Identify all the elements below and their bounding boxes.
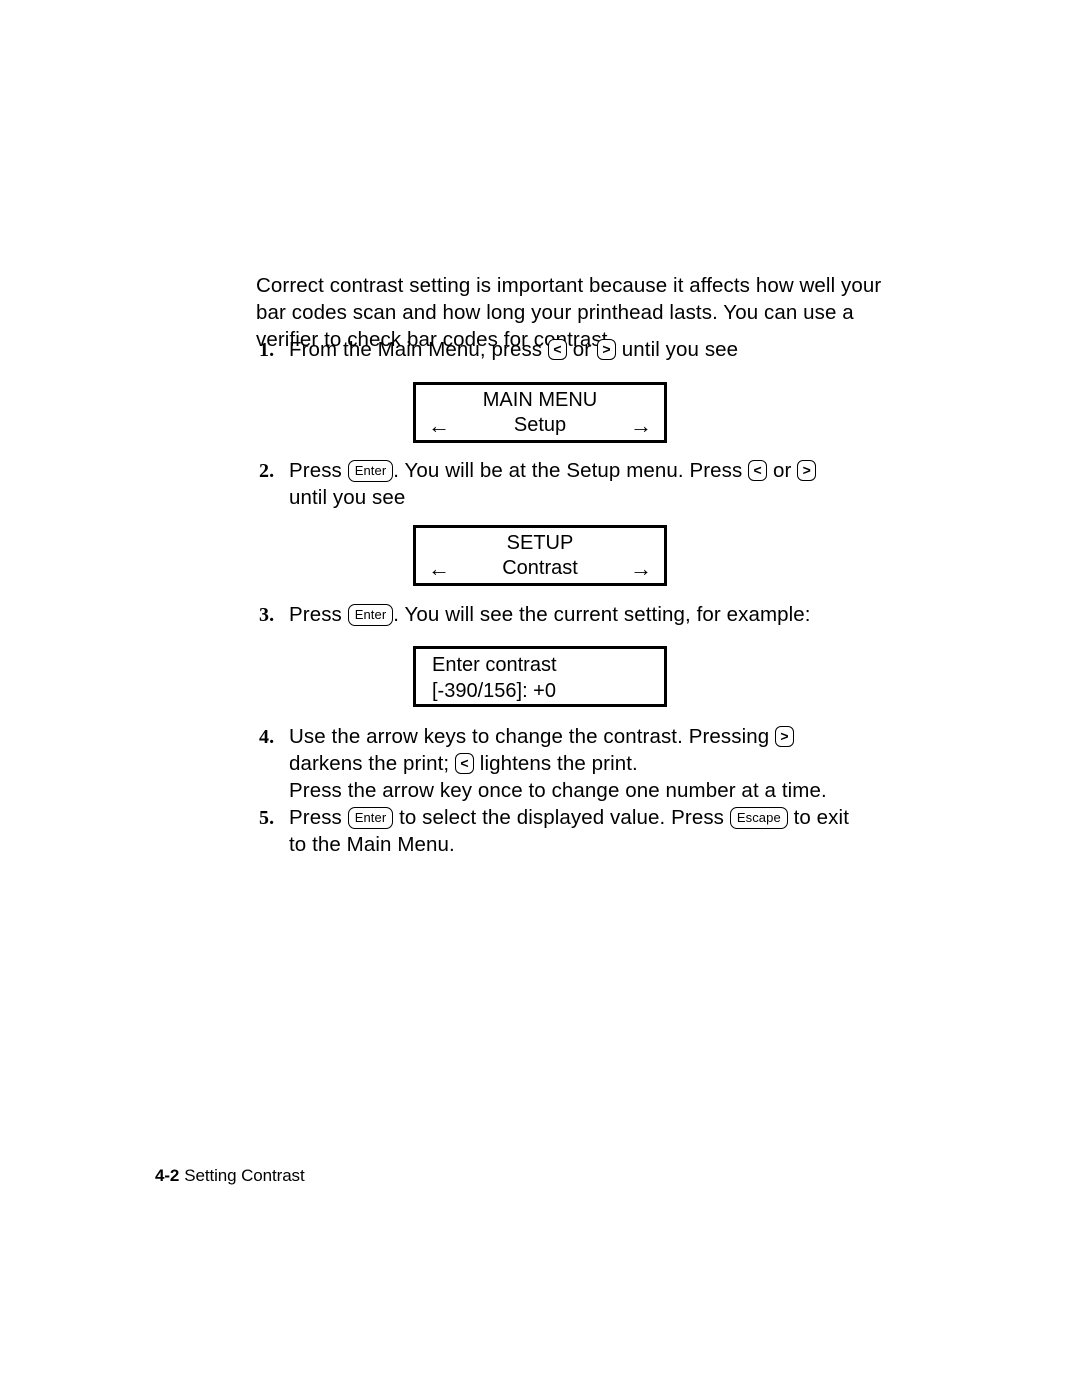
enter-key[interactable]: Enter: [347, 604, 394, 626]
step-5: 5. Press Enter to select the displayed v…: [259, 804, 979, 858]
left-arrow-key[interactable]: <: [748, 460, 768, 481]
step-2-text-a: Press: [289, 459, 348, 482]
step-1-text-after: until you see: [615, 338, 739, 361]
escape-key[interactable]: Escape: [729, 807, 788, 829]
lcd-display-setup: SETUP ← Contrast →: [413, 525, 667, 586]
step-1-body: From the Main Menu, press < or > until y…: [289, 336, 959, 363]
step-4-text-b: darkens the print;: [289, 752, 455, 775]
step-2-number: 2.: [259, 460, 275, 482]
step-4-text-c: lightens the print.: [474, 752, 638, 775]
step-2-line-1: Press Enter. You will be at the Setup me…: [289, 457, 979, 484]
step-4: 4. Use the arrow keys to change the cont…: [259, 723, 979, 804]
lcd-main-menu-value: Setup: [513, 414, 567, 436]
step-5-text-a: Press: [289, 806, 348, 829]
lcd-display-main-menu: MAIN MENU ← Setup →: [413, 382, 667, 443]
step-1-text-before: From the Main Menu, press: [289, 338, 548, 361]
left-arrow-key[interactable]: <: [455, 753, 474, 774]
step-5-line-2: to the Main Menu.: [289, 833, 455, 856]
lcd-setup-row: ← Contrast →: [416, 556, 664, 581]
step-1: 1. From the Main Menu, press < or > unti…: [259, 336, 959, 364]
step-5-body: Press Enter to select the displayed valu…: [289, 804, 979, 858]
lcd-contrast-line-1: Enter contrast: [432, 654, 557, 676]
lcd-contrast-content: Enter contrast [-390/156]: +0: [416, 649, 664, 704]
right-arrow-key[interactable]: >: [596, 339, 616, 360]
step-2-line-2: until you see: [289, 486, 406, 509]
step-4-text-a: Use the arrow keys to change the contras…: [289, 725, 776, 748]
lcd-main-menu-content: MAIN MENU ← Setup →: [416, 385, 664, 440]
lcd-contrast-line-2: [-390/156]: +0: [432, 680, 556, 702]
step-5-text-b: to select the displayed value. Press: [393, 806, 730, 829]
step-4-line-1: Use the arrow keys to change the contras…: [289, 723, 979, 750]
enter-key[interactable]: Enter: [347, 460, 394, 482]
lcd-setup-title: SETUP: [506, 532, 574, 554]
left-arrow-key[interactable]: <: [547, 339, 567, 360]
step-4-body: Use the arrow keys to change the contras…: [289, 723, 979, 804]
step-2-text-c: or: [767, 459, 798, 482]
step-3-number: 3.: [259, 604, 275, 626]
lcd-setup-value: Contrast: [502, 557, 578, 579]
right-arrow-icon: →: [630, 555, 652, 581]
step-5-number: 5.: [259, 807, 275, 829]
left-arrow-icon: ←: [428, 555, 450, 581]
page-footer: 4-2 Setting Contrast: [155, 1166, 305, 1186]
step-3: 3. Press Enter. You will see the current…: [259, 601, 979, 629]
left-arrow-icon: ←: [428, 412, 450, 438]
step-4-number: 4.: [259, 726, 275, 748]
step-2: 2. Press Enter. You will be at the Setup…: [259, 457, 979, 511]
step-3-line-1: Press Enter. You will see the current se…: [289, 601, 979, 628]
enter-key[interactable]: Enter: [347, 807, 394, 829]
step-3-text-b: . You will see the current setting, for …: [393, 603, 811, 626]
step-3-body: Press Enter. You will see the current se…: [289, 601, 979, 628]
step-4-line-2: darkens the print; < lightens the print.: [289, 750, 979, 777]
lcd-main-menu-title: MAIN MENU: [482, 389, 598, 411]
footer-section-title: Setting Contrast: [184, 1166, 305, 1185]
step-3-text-a: Press: [289, 603, 348, 626]
lcd-setup-content: SETUP ← Contrast →: [416, 528, 664, 583]
step-1-number: 1.: [259, 339, 275, 361]
manual-page: Correct contrast setting is important be…: [0, 0, 1080, 1397]
right-arrow-key[interactable]: >: [775, 726, 795, 747]
lcd-display-contrast: Enter contrast [-390/156]: +0: [413, 646, 667, 707]
right-arrow-key[interactable]: >: [797, 460, 817, 481]
step-2-body: Press Enter. You will be at the Setup me…: [289, 457, 979, 511]
footer-page-number: 4-2: [155, 1166, 180, 1185]
step-1-line-1: From the Main Menu, press < or > until y…: [289, 336, 959, 363]
step-5-line-1: Press Enter to select the displayed valu…: [289, 804, 979, 831]
lcd-main-menu-row: ← Setup →: [416, 413, 664, 438]
right-arrow-icon: →: [630, 412, 652, 438]
step-1-text-between: or: [566, 338, 597, 361]
step-4-line-3: Press the arrow key once to change one n…: [289, 779, 827, 802]
step-2-text-b: . You will be at the Setup menu. Press: [393, 459, 749, 482]
step-5-text-c: to exit: [787, 806, 849, 829]
